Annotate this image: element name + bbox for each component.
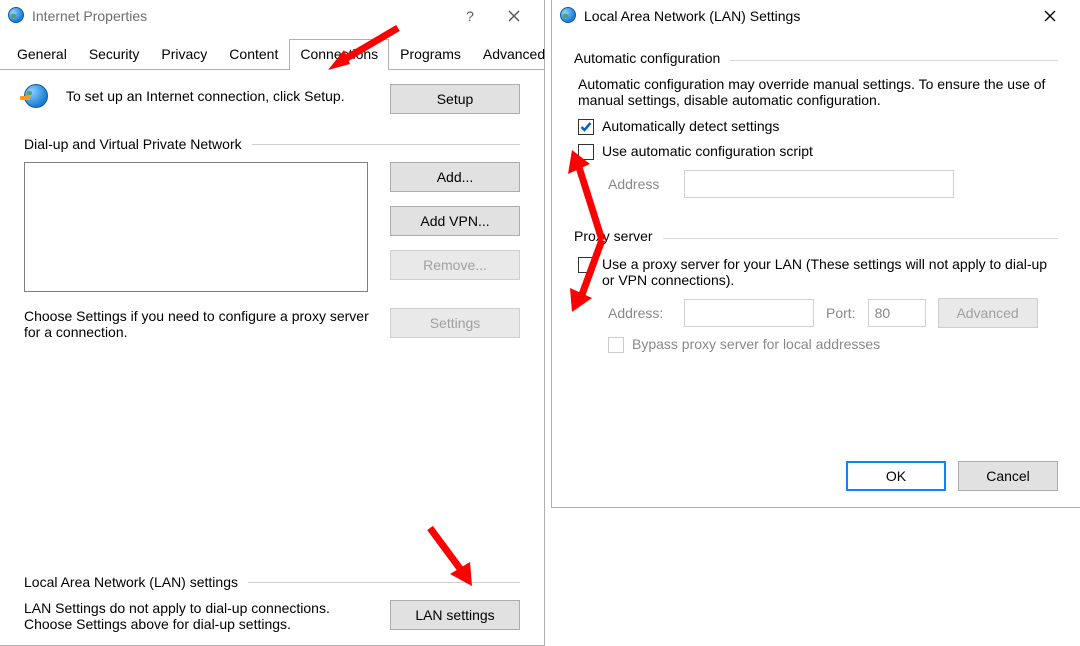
- use-proxy-label: Use a proxy server for your LAN (These s…: [602, 256, 1054, 288]
- titlebar: Local Area Network (LAN) Settings: [552, 0, 1080, 32]
- help-button[interactable]: ?: [448, 2, 492, 30]
- add-button[interactable]: Add...: [390, 162, 520, 192]
- close-button[interactable]: [1028, 2, 1072, 30]
- tab-privacy[interactable]: Privacy: [150, 39, 218, 70]
- connection-wizard-icon: [24, 84, 52, 112]
- remove-button[interactable]: Remove...: [390, 250, 520, 280]
- bypass-local-label: Bypass proxy server for local addresses: [632, 336, 880, 352]
- automatic-configuration-group: Automatic configuration Automatic config…: [574, 50, 1058, 210]
- window-title: Local Area Network (LAN) Settings: [584, 8, 800, 24]
- internet-properties-dialog: Internet Properties ? General Security P…: [0, 0, 545, 646]
- bypass-local-checkbox[interactable]: [608, 337, 624, 353]
- add-vpn-button[interactable]: Add VPN...: [390, 206, 520, 236]
- auto-script-label: Use automatic configuration script: [602, 143, 813, 159]
- auto-config-legend: Automatic configuration: [574, 50, 720, 70]
- script-address-input[interactable]: [684, 170, 954, 198]
- proxy-legend: Proxy server: [574, 228, 653, 248]
- tab-general[interactable]: General: [6, 39, 78, 70]
- tab-programs[interactable]: Programs: [389, 39, 472, 70]
- dialup-connections-listbox[interactable]: [24, 162, 368, 292]
- tab-strip: General Security Privacy Content Connect…: [0, 38, 544, 70]
- tab-security[interactable]: Security: [78, 39, 151, 70]
- dialog-button-bar: OK Cancel: [846, 461, 1058, 491]
- lan-section: Local Area Network (LAN) settings LAN Se…: [24, 552, 520, 632]
- auto-detect-checkbox[interactable]: [578, 119, 594, 135]
- internet-options-icon: [8, 7, 26, 25]
- cancel-button[interactable]: Cancel: [958, 461, 1058, 491]
- dialup-section-label: Dial-up and Virtual Private Network: [24, 136, 520, 152]
- auto-config-description: Automatic configuration may override man…: [578, 76, 1054, 108]
- setup-button[interactable]: Setup: [390, 84, 520, 114]
- auto-detect-label: Automatically detect settings: [602, 118, 779, 134]
- window-title: Internet Properties: [32, 8, 147, 24]
- internet-options-icon: [560, 7, 578, 25]
- lan-settings-dialog: Local Area Network (LAN) Settings Automa…: [551, 0, 1080, 508]
- proxy-address-input[interactable]: [684, 299, 814, 327]
- tab-connections[interactable]: Connections: [289, 39, 389, 70]
- proxy-port-label: Port:: [826, 305, 856, 321]
- tab-panel-connections: To set up an Internet connection, click …: [0, 70, 544, 350]
- settings-button[interactable]: Settings: [390, 308, 520, 338]
- lan-settings-button[interactable]: LAN settings: [390, 600, 520, 630]
- lan-hint-text: LAN Settings do not apply to dial-up con…: [24, 600, 372, 632]
- tab-content[interactable]: Content: [218, 39, 289, 70]
- proxy-settings-hint: Choose Settings if you need to configure…: [24, 308, 370, 340]
- advanced-button[interactable]: Advanced: [938, 298, 1038, 328]
- auto-script-checkbox[interactable]: [578, 144, 594, 160]
- lan-section-label: Local Area Network (LAN) settings: [24, 574, 520, 590]
- titlebar: Internet Properties ?: [0, 0, 544, 32]
- proxy-server-group: Proxy server Use a proxy server for your…: [574, 228, 1058, 367]
- script-address-label: Address: [608, 176, 672, 192]
- tab-advanced[interactable]: Advanced: [472, 39, 556, 70]
- proxy-port-input[interactable]: 80: [868, 299, 926, 327]
- ok-button[interactable]: OK: [846, 461, 946, 491]
- use-proxy-checkbox[interactable]: [578, 257, 594, 273]
- close-button[interactable]: [492, 2, 536, 30]
- proxy-address-label: Address:: [608, 305, 672, 321]
- setup-instruction-text: To set up an Internet connection, click …: [66, 84, 376, 104]
